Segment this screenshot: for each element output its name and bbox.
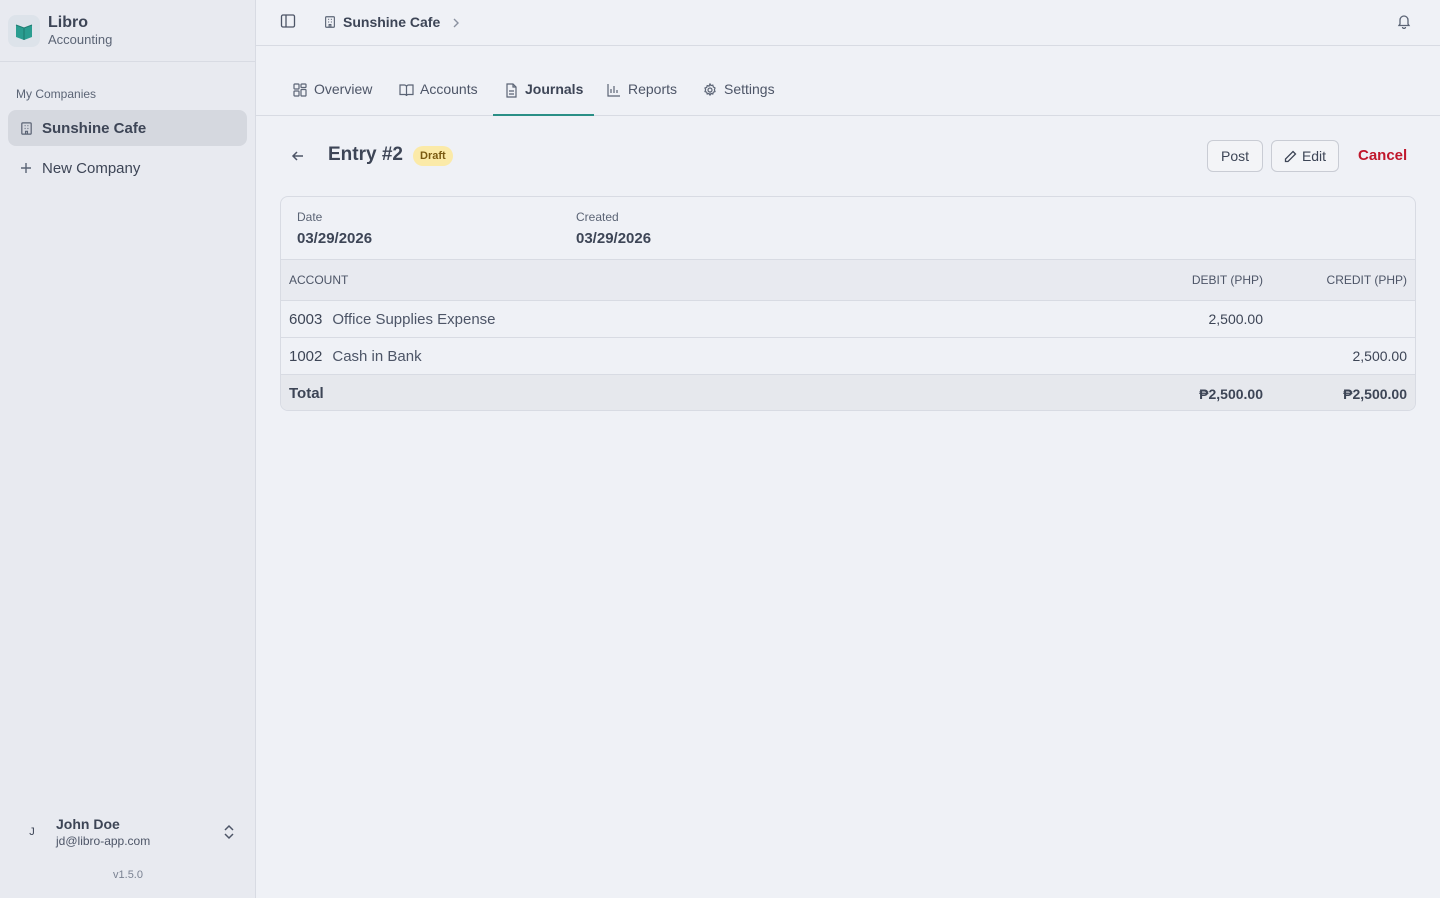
sidebar-item-label: New Company [42, 159, 141, 177]
tab-label: Journals [525, 81, 584, 97]
chevrons-up-down-icon[interactable] [222, 824, 238, 840]
column-header-account: ACCOUNT [289, 273, 349, 287]
grid-icon [293, 83, 307, 97]
bar-chart-icon [607, 83, 621, 97]
sidebar-item-sunshine-cafe[interactable]: Sunshine Cafe [8, 110, 247, 146]
account-code: 1002 [289, 347, 323, 365]
plus-icon [18, 160, 34, 176]
sidebar: Libro Accounting My Companies Sunshine C… [0, 0, 256, 898]
edit-button-label: Edit [1301, 148, 1327, 164]
debit-amount: 2,500.00 [1208, 311, 1264, 327]
table-row: 1002 Cash in Bank 2,500.00 [281, 338, 1415, 375]
topbar: Sunshine Cafe [256, 0, 1440, 46]
post-button[interactable]: Post [1207, 140, 1263, 172]
breadcrumb-company[interactable]: Sunshine Cafe [343, 14, 440, 30]
sidebar-item-new-company[interactable]: New Company [8, 150, 247, 186]
gear-icon [703, 82, 717, 97]
tab-reports[interactable]: Reports [595, 81, 689, 116]
libro-logo-icon [8, 14, 40, 47]
total-credit: ₱2,500.00 [1343, 385, 1407, 402]
user-name: John Doe [56, 816, 120, 832]
date-value: 03/29/2026 [297, 230, 373, 247]
avatar: J [29, 826, 35, 838]
entry-meta: Date 03/29/2026 Created 03/29/2026 [281, 197, 1415, 260]
back-arrow-icon[interactable] [290, 148, 306, 164]
tab-overview[interactable]: Overview [281, 81, 384, 116]
building-icon [323, 15, 337, 29]
account-code: 6003 [289, 310, 323, 328]
cancel-button[interactable]: Cancel [1358, 147, 1407, 164]
building-icon [18, 120, 34, 136]
tab-accounts[interactable]: Accounts [387, 81, 490, 116]
tab-label: Reports [628, 81, 678, 97]
book-icon [399, 83, 414, 97]
tab-settings[interactable]: Settings [691, 81, 787, 116]
account-name: Cash in Bank [332, 347, 422, 365]
tab-label: Overview [314, 81, 373, 97]
table-header: ACCOUNT DEBIT (PHP) CREDIT (PHP) [281, 260, 1415, 301]
table-row: 6003 Office Supplies Expense 2,500.00 [281, 301, 1415, 338]
app-name: Libro [48, 13, 88, 31]
company-tabs: Overview Accounts Journals Reports Setti… [256, 46, 1440, 116]
sidebar-toggle-icon[interactable] [280, 13, 298, 31]
bell-icon[interactable] [1396, 13, 1414, 31]
edit-button[interactable]: Edit [1271, 140, 1339, 172]
user-menu[interactable]: J John Doe jd@libro-app.com [16, 812, 246, 852]
tab-journals[interactable]: Journals [493, 81, 594, 116]
tab-label: Settings [724, 81, 775, 97]
user-email: jd@libro-app.com [56, 834, 151, 848]
total-label: Total [289, 385, 324, 402]
status-badge: Draft [413, 146, 453, 166]
credit-amount: 2,500.00 [1352, 348, 1408, 364]
document-icon [505, 83, 518, 98]
pencil-icon [1284, 150, 1297, 163]
breadcrumb[interactable]: Sunshine Cafe [323, 12, 462, 32]
app-version: v1.5.0 [113, 869, 143, 881]
sidebar-item-label: Sunshine Cafe [42, 119, 147, 137]
column-header-credit: CREDIT (PHP) [1326, 273, 1407, 287]
app-subtitle: Accounting [48, 31, 113, 47]
account-name: Office Supplies Expense [332, 310, 496, 328]
created-label: Created [576, 210, 619, 224]
created-field: Created 03/29/2026 [576, 210, 651, 250]
chevron-right-icon [450, 16, 462, 28]
brand[interactable]: Libro Accounting [0, 0, 255, 62]
tab-label: Accounts [420, 81, 478, 97]
date-label: Date [297, 210, 323, 224]
date-field: Date 03/29/2026 [297, 210, 372, 250]
created-value: 03/29/2026 [576, 230, 652, 247]
column-header-debit: DEBIT (PHP) [1191, 273, 1263, 287]
journal-entry-card: Date 03/29/2026 Created 03/29/2026 ACCOU… [280, 196, 1416, 411]
table-total-row: Total ₱2,500.00 ₱2,500.00 [281, 375, 1415, 410]
companies-section-label: My Companies [16, 87, 97, 101]
total-debit: ₱2,500.00 [1199, 385, 1263, 402]
page-title: Entry #2 [328, 144, 403, 165]
